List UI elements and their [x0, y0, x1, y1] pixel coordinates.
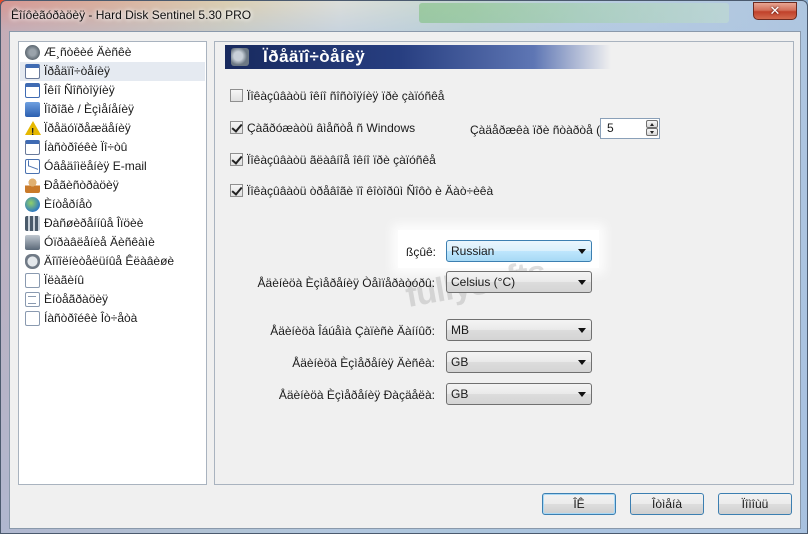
sidebar-item-label: Èíòåãðàöèÿ	[44, 292, 109, 306]
temperature-unit-select[interactable]: Celsius (°C)	[446, 271, 592, 293]
chart-icon	[25, 102, 40, 117]
temperature-unit-label: Åäèíèöà Èçìåðåíèÿ Òåìïåðàòóðû:	[257, 276, 435, 290]
startup-delay-label: Çàäåðæêà ïðè ñòàðòå (ñ):	[470, 123, 615, 137]
sidebar-item-registration[interactable]: Ðåãèñòðàöèÿ	[20, 176, 205, 195]
sidebar-item-internet[interactable]: Èíòåðíåò	[20, 195, 205, 214]
checkbox-box[interactable]	[230, 184, 243, 197]
sidebar-item-plugins[interactable]: Ïëàãèíû	[20, 271, 205, 290]
window-icon	[25, 83, 40, 98]
sidebar-item-label: Ïîðîãè / Èçìåíåíèÿ	[44, 102, 135, 116]
checkbox-label: Ïîêàçûâàòü òðåâîãè ïî êîòîðûì Ñîôò è Äàò…	[247, 184, 494, 198]
settings-icon	[231, 48, 249, 66]
disk-icon	[25, 235, 40, 250]
document-icon	[25, 140, 40, 155]
sidebar-item-status-window[interactable]: Îêíî Ñîñòîÿíèÿ	[20, 81, 205, 100]
startup-delay-value: 5	[607, 121, 614, 135]
settings-category-list: Æ¸ñòêèé Äèñêè Ïðåäïî÷òåíèÿ Îêíî Ñîñòîÿíè…	[18, 41, 207, 485]
language-value: Russian	[451, 244, 495, 258]
gear-icon	[25, 45, 40, 60]
title-bar[interactable]: Êîíôèãóðàöèÿ - Hard Disk Sentinel 5.30 P…	[1, 1, 807, 29]
grid-icon	[25, 216, 40, 231]
page-title: Ïðåäïî÷òåíèÿ	[263, 47, 366, 66]
sidebar-item-thresholds[interactable]: Ïîðîãè / Èçìåíåíèÿ	[20, 100, 205, 119]
disk-unit-value: GB	[451, 355, 469, 369]
checkbox-label: Ïîêàçûâàòü îêíî ñîñòîÿíèÿ ïðè çàïóñêå	[247, 89, 445, 103]
globe-icon	[25, 197, 40, 212]
preferences-panel: Ïðåäïî÷òåíèÿ Ïîêàçûâàòü îêíî ñîñòîÿíèÿ ï…	[214, 41, 794, 485]
sidebar-item-label: Íàñòðîéêè Ïî÷òû	[44, 140, 128, 154]
dialog-window: Êîíôèãóðàöèÿ - Hard Disk Sentinel 5.30 P…	[0, 0, 808, 534]
close-button[interactable]: ✕	[753, 2, 797, 20]
checkbox-box[interactable]	[230, 153, 243, 166]
data-size-unit-value: MB	[451, 323, 469, 337]
page-icon	[25, 273, 40, 288]
sidebar-item-report-settings[interactable]: Íàñòðîéêè Îò÷åòà	[20, 309, 205, 328]
chevron-down-icon	[578, 328, 586, 333]
warning-icon	[25, 121, 41, 138]
data-size-unit-label: Åäèíèöà Îáúåìà Çàïèñè Äàííûõ:	[270, 324, 435, 338]
sidebar-item-disk-control[interactable]: Óïðàâëåíèå Äèñêàìè	[20, 233, 205, 252]
sidebar-item-label: Íàñòðîéêè Îò÷åòà	[44, 311, 138, 325]
mouse-icon	[25, 254, 40, 269]
show-alerts-checkbox[interactable]: Ïîêàçûâàòü òðåâîãè ïî êîòîðûì Ñîôò è Äàò…	[230, 183, 493, 199]
load-with-windows-checkbox[interactable]: Çàãðóæàòü âìåñòå ñ Windows	[230, 120, 415, 136]
help-button[interactable]: Ïîìîùü	[718, 493, 792, 515]
checkbox-box[interactable]	[230, 89, 243, 102]
page-icon	[25, 292, 40, 307]
dialog-client: Æ¸ñòêèé Äèñêè Ïðåäïî÷òåíèÿ Îêíî Ñîñòîÿíè…	[9, 31, 801, 529]
partition-unit-label: Åäèíèöà Èçìåðåíèÿ Ðàçäåëà:	[278, 388, 435, 402]
ok-button[interactable]: ÎÊ	[542, 493, 616, 515]
sidebar-item-hard-disks[interactable]: Æ¸ñòêèé Äèñêè	[20, 43, 205, 62]
data-size-unit-select[interactable]: MB	[446, 319, 592, 341]
document-icon	[25, 64, 40, 79]
sidebar-item-preferences[interactable]: Ïðåäïî÷òåíèÿ	[20, 62, 205, 81]
chevron-down-icon	[578, 280, 586, 285]
sidebar-item-label: Ðàñøèðåííûå Îïöèè	[44, 216, 144, 230]
sidebar-item-label: Óïðàâëåíèå Äèñêàìè	[44, 235, 155, 249]
sidebar-item-email-notifications[interactable]: Óâåäîìëåíèÿ E-mail	[20, 157, 205, 176]
stepper-up-icon[interactable]	[646, 120, 658, 128]
sidebar-item-label: Äîïîëíèòåëüíûå Êëàâèøè	[44, 254, 175, 268]
checkbox-box[interactable]	[230, 121, 243, 134]
partition-unit-select[interactable]: GB	[446, 383, 592, 405]
chevron-down-icon	[578, 249, 586, 254]
startup-delay-stepper[interactable]: 5	[600, 118, 660, 139]
sidebar-item-advanced-options[interactable]: Ðàñøèðåííûå Îïöèè	[20, 214, 205, 233]
disk-unit-select[interactable]: GB	[446, 351, 592, 373]
sidebar-item-label: Îêíî Ñîñòîÿíèÿ	[44, 83, 115, 97]
checkbox-label: Ïîêàçûâàòü ãëàâíîå îêíî ïðè çàïóñêå	[247, 153, 436, 167]
person-icon	[25, 178, 40, 193]
temperature-unit-value: Celsius (°C)	[451, 275, 516, 289]
sidebar-item-label: Óâåäîìëåíèÿ E-mail	[44, 159, 147, 173]
sidebar-item-label: Ïðåäóïðåæäåíèÿ	[44, 121, 131, 135]
stepper-down-icon[interactable]	[646, 128, 658, 136]
sidebar-item-warnings[interactable]: Ïðåäóïðåæäåíèÿ	[20, 119, 205, 138]
chevron-down-icon	[578, 360, 586, 365]
disk-unit-label: Åäèíèöà Èçìåðåíèÿ Äèñêà:	[292, 356, 435, 370]
show-main-window-checkbox[interactable]: Ïîêàçûâàòü ãëàâíîå îêíî ïðè çàïóñêå	[230, 152, 436, 168]
window-title: Êîíôèãóðàöèÿ - Hard Disk Sentinel 5.30 P…	[11, 8, 252, 22]
partition-unit-value: GB	[451, 387, 469, 401]
sidebar-item-mail-settings[interactable]: Íàñòðîéêè Ïî÷òû	[20, 138, 205, 157]
show-status-window-checkbox[interactable]: Ïîêàçûâàòü îêíî ñîñòîÿíèÿ ïðè çàïóñêå	[230, 88, 444, 104]
sidebar-item-hotkeys[interactable]: Äîïîëíèòåëüíûå Êëàâèøè	[20, 252, 205, 271]
stepper-arrows	[646, 120, 658, 137]
cancel-button[interactable]: Îòìåíà	[630, 493, 704, 515]
panel-header: Ïðåäïî÷òåíèÿ	[225, 45, 611, 69]
sidebar-item-label: Ïëàãèíû	[44, 273, 85, 287]
language-label: ßçûê:	[405, 245, 436, 259]
checkbox-label: Çàãðóæàòü âìåñòå ñ Windows	[247, 121, 416, 135]
chevron-down-icon	[578, 392, 586, 397]
sidebar-item-label: Æ¸ñòêèé Äèñêè	[44, 45, 132, 59]
sidebar-item-label: Èíòåðíåò	[44, 197, 93, 211]
page-icon	[25, 311, 40, 326]
mail-icon	[25, 159, 40, 174]
sidebar-item-label: Ïðåäïî÷òåíèÿ	[44, 64, 110, 78]
sidebar-item-integration[interactable]: Èíòåãðàöèÿ	[20, 290, 205, 309]
sidebar-item-label: Ðåãèñòðàöèÿ	[44, 178, 119, 192]
